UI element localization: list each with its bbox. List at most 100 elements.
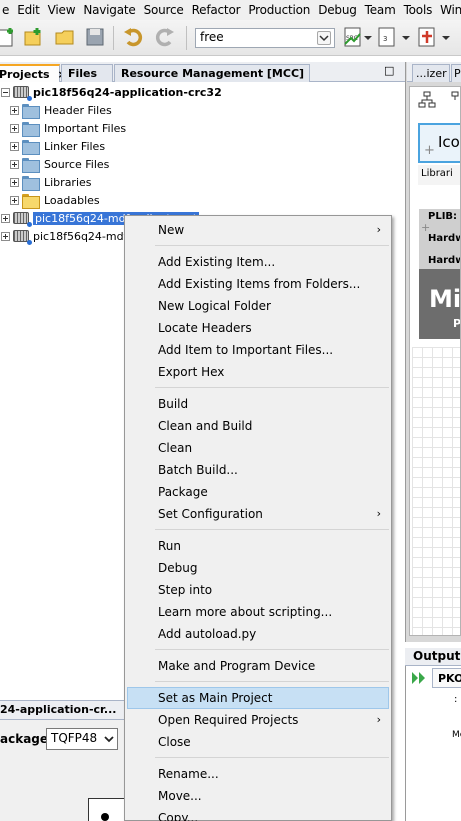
hierarchy-icon[interactable] xyxy=(450,91,461,109)
expand-icon[interactable] xyxy=(10,123,19,133)
source-file-icon[interactable]: SRC xyxy=(342,26,364,48)
tab-pkob-label: PKO xyxy=(438,672,461,685)
menu-item-close[interactable]: Close xyxy=(127,731,389,753)
save-icon[interactable] xyxy=(84,26,106,48)
menu-item-add-to-important-files[interactable]: Add Item to Important Files... xyxy=(127,339,389,361)
tab-files[interactable]: Files xyxy=(61,64,113,82)
menu-item-add-autoload[interactable]: Add autoload.py xyxy=(127,623,389,645)
redo-icon[interactable] xyxy=(154,26,176,48)
menu-view[interactable]: View xyxy=(46,3,78,17)
folder-icon xyxy=(22,157,40,173)
menu-item-run[interactable]: Run xyxy=(127,535,389,557)
chevron-right-icon: › xyxy=(376,223,381,236)
tree-node-label: Loadables xyxy=(44,193,100,207)
configuration-value: free xyxy=(200,30,224,44)
expand-icon[interactable] xyxy=(1,213,10,223)
chevron-down-icon[interactable] xyxy=(400,26,412,48)
menu-item-learn-scripting[interactable]: Learn more about scripting... xyxy=(127,601,389,623)
chevron-down-icon[interactable] xyxy=(317,31,331,45)
menu-item-add-existing-items-folders[interactable]: Add Existing Items from Folders... xyxy=(127,273,389,295)
menu-item-make-and-program[interactable]: Make and Program Device xyxy=(127,655,389,677)
menu-debug[interactable]: Debug xyxy=(316,3,358,17)
menu-item-set-configuration[interactable]: Set Configuration › xyxy=(127,503,389,525)
tree-node-label: Libraries xyxy=(44,175,92,189)
project-chip-icon xyxy=(13,86,32,101)
folder-icon xyxy=(22,175,40,191)
open-project-icon[interactable] xyxy=(54,26,76,48)
menu-item-new-logical-folder[interactable]: New Logical Folder xyxy=(127,295,389,317)
menu-item-open-required-projects[interactable]: Open Required Projects › xyxy=(127,709,389,731)
build-icon[interactable]: 3 xyxy=(376,26,398,48)
tree-node-libraries[interactable]: Libraries xyxy=(10,173,92,191)
tab-pin[interactable]: Pi xyxy=(451,64,461,82)
menu-item-move[interactable]: Move... xyxy=(127,785,389,807)
chevron-down-icon[interactable] xyxy=(362,26,374,48)
menu-item-new[interactable]: New › xyxy=(127,219,389,241)
menu-item-clean[interactable]: Clean xyxy=(127,437,389,459)
tree-node-header-files[interactable]: Header Files xyxy=(10,101,112,119)
package-label: ackage: xyxy=(0,732,53,746)
undo-icon[interactable] xyxy=(122,26,144,48)
expand-icon[interactable] xyxy=(10,195,19,205)
menu-item-debug[interactable]: Debug xyxy=(127,557,389,579)
tree-node-linker-files[interactable]: Linker Files xyxy=(10,137,105,155)
expand-icon[interactable] xyxy=(10,141,19,151)
tab-resource-management[interactable]: Resource Management [MCC] xyxy=(114,64,310,82)
menu-item-clean-and-build[interactable]: Clean and Build xyxy=(127,415,389,437)
menu-item-package[interactable]: Package xyxy=(127,481,389,503)
menu-item-add-existing-item[interactable]: Add Existing Item... xyxy=(127,251,389,273)
expand-icon[interactable] xyxy=(10,105,19,115)
menu-item-build[interactable]: Build xyxy=(127,393,389,415)
tab-project-dashboard[interactable]: 24-application-cr... xyxy=(0,703,116,716)
component-box[interactable]: PLIB: + Hardw Hardw Mi P xyxy=(419,209,460,339)
tab-projects[interactable]: Projects × xyxy=(0,64,67,82)
tab-pkob[interactable]: PKO xyxy=(432,668,461,688)
canvas-grid[interactable] xyxy=(412,347,460,635)
menu-source[interactable]: Source xyxy=(142,3,186,17)
new-file-icon[interactable] xyxy=(0,26,18,48)
run-icon[interactable] xyxy=(410,670,428,686)
menu-item-batch-build[interactable]: Batch Build... xyxy=(127,459,389,481)
tree-node-source-files[interactable]: Source Files xyxy=(10,155,109,173)
plus-icon[interactable]: + xyxy=(424,143,435,158)
menu-refactor[interactable]: Refactor xyxy=(190,3,243,17)
menu-bar: e Edit View Navigate Source Refactor Pro… xyxy=(0,0,461,20)
tree-node-project-mdfu-c[interactable]: pic18f56q24-mdfu-c xyxy=(1,227,144,245)
tree-node-project-root[interactable]: pic18f56q24-application-crc32 xyxy=(1,83,222,101)
chevron-down-icon[interactable] xyxy=(104,734,114,744)
menu-item-rename[interactable]: Rename... xyxy=(127,763,389,785)
menu-item-locate-headers[interactable]: Locate Headers xyxy=(127,317,389,339)
package-select[interactable]: TQFP48 xyxy=(46,728,118,750)
configuration-select[interactable]: free xyxy=(195,28,335,48)
hierarchy-icon[interactable] xyxy=(418,91,436,109)
menu-team[interactable]: Team xyxy=(363,3,398,17)
right-content: Icon + Librari PLIB: + Hardw Hardw Mi P xyxy=(409,86,461,636)
menu-item-copy[interactable]: Copy... xyxy=(127,807,389,821)
chevron-down-icon[interactable] xyxy=(440,26,452,48)
plib-label: PLIB: xyxy=(428,211,458,222)
program-device-icon[interactable] xyxy=(416,26,438,48)
tree-node-important-files[interactable]: Important Files xyxy=(10,119,126,137)
collapse-icon[interactable] xyxy=(1,87,10,97)
minimize-icon[interactable]: □ xyxy=(384,65,396,77)
new-project-icon[interactable] xyxy=(22,26,44,48)
menu-navigate[interactable]: Navigate xyxy=(81,3,137,17)
menu-tools[interactable]: Tools xyxy=(402,3,435,17)
menu-window[interactable]: Window xyxy=(438,3,461,17)
expand-icon[interactable] xyxy=(10,177,19,187)
tab-output[interactable]: Output xyxy=(413,649,460,663)
icon-card-label: Icon xyxy=(438,133,460,151)
icon-card[interactable]: Icon + xyxy=(418,123,460,163)
chevron-right-icon: › xyxy=(376,507,381,520)
tab-configurator[interactable]: ...izer xyxy=(412,64,450,82)
expand-icon[interactable] xyxy=(1,231,10,241)
tree-node-loadables[interactable]: Loadables xyxy=(10,191,100,209)
menu-file[interactable]: e xyxy=(0,3,11,17)
menu-item-step-into[interactable]: Step into xyxy=(127,579,389,601)
libraries-label: Librari xyxy=(421,168,453,179)
menu-item-export-hex[interactable]: Export Hex xyxy=(127,361,389,383)
expand-icon[interactable] xyxy=(10,159,19,169)
menu-edit[interactable]: Edit xyxy=(15,3,41,17)
menu-production[interactable]: Production xyxy=(246,3,312,17)
menu-item-set-main-project[interactable]: Set as Main Project xyxy=(127,687,389,709)
